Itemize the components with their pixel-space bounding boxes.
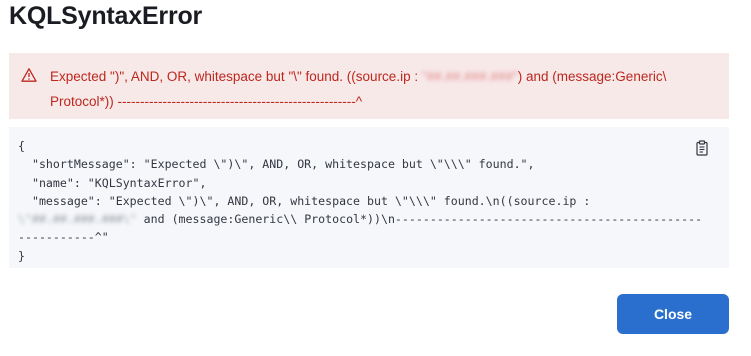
redacted-ip: \"##.##.###.###\": [18, 212, 137, 227]
code-line: "shortMessage": "Expected \")\", AND, OR…: [18, 157, 535, 172]
error-callout: Expected ")", AND, OR, whitespace but "\…: [9, 53, 729, 119]
error-json-code-block: { "shortMessage": "Expected \")\", AND, …: [9, 127, 729, 268]
redacted-ip: "##.##.###.###": [421, 69, 518, 84]
code-line: {: [18, 139, 25, 153]
code-line: "message": "Expected \")\", AND, OR, whi…: [18, 193, 591, 208]
code-text: and (message:Generic\\ Protocol*))\n----…: [136, 212, 703, 227]
modal-title: KQLSyntaxError: [9, 2, 203, 30]
warning-icon: [21, 68, 37, 82]
code-line: "name": "KQLSyntaxError",: [18, 175, 207, 190]
error-message: Expected ")", AND, OR, whitespace but "\…: [50, 64, 722, 114]
clipboard-icon[interactable]: [694, 140, 710, 156]
error-text-before: Expected ")", AND, OR, whitespace but "\…: [50, 69, 422, 84]
code-line: \"##.##.###.###\" and (message:Generic\\…: [18, 210, 720, 228]
code-line: -----------^": [18, 230, 109, 245]
close-button[interactable]: Close: [617, 294, 729, 334]
code-line: }: [18, 248, 25, 263]
